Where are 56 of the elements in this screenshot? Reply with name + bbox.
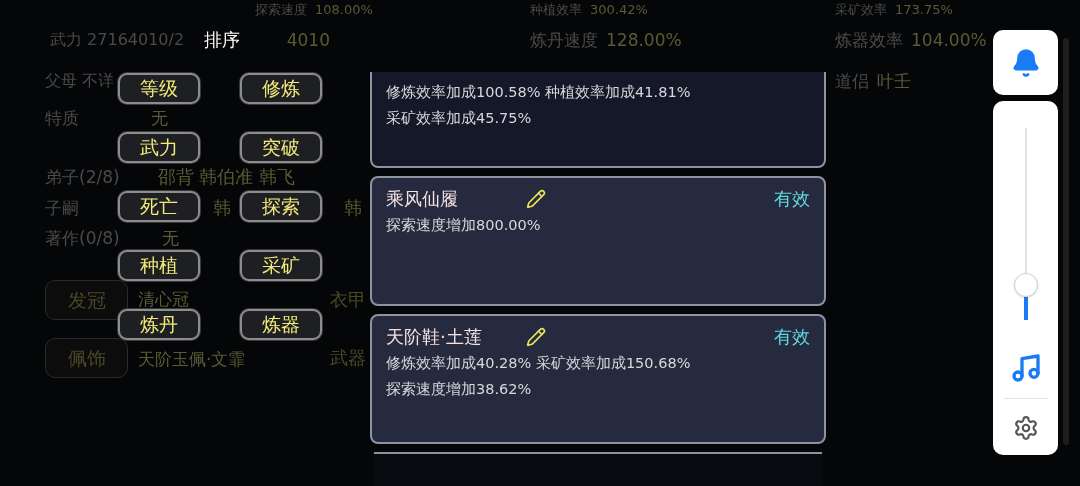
sort-option-button[interactable]: 武力 <box>118 132 200 163</box>
stat-value: 300.42% <box>590 1 648 19</box>
notification-button[interactable] <box>993 30 1058 95</box>
pencil-icon[interactable] <box>526 327 546 347</box>
stat-value: 128.00% <box>606 30 682 50</box>
sort-option-button[interactable]: 炼丹 <box>118 309 200 340</box>
sort-option-button[interactable]: 死亡 <box>118 191 200 222</box>
row-value: 邵背 韩伯准 韩飞 <box>157 167 296 187</box>
row-value: 韩 <box>213 198 231 218</box>
row-label: 子嗣 <box>45 198 79 218</box>
sort-option-button[interactable]: 突破 <box>240 132 322 163</box>
effect-text: 探索速度增加800.00% <box>386 216 542 235</box>
card-title: 乘风仙履 <box>386 188 459 210</box>
stat-value: 104.00% <box>911 30 987 50</box>
stat-label: 炼丹速度 <box>530 30 598 50</box>
stat-label: 炼器效率 <box>835 30 903 50</box>
effect-text: 探索速度增加38.62% <box>386 380 533 399</box>
stat-value: 叶壬 <box>877 71 911 91</box>
stat-label: 采矿效率 <box>835 1 887 19</box>
row-value: 无 <box>151 108 168 128</box>
row-label: 弟子(2/8) <box>45 167 120 187</box>
pencil-icon[interactable] <box>526 189 546 209</box>
row-value: 无 <box>161 228 179 248</box>
row-value: 韩 <box>344 198 362 218</box>
sort-option-button[interactable]: 修炼 <box>240 73 322 104</box>
scrollbar[interactable] <box>1063 38 1069 445</box>
row-label: 特质 <box>45 108 79 128</box>
stat-value: 173.75% <box>895 1 953 19</box>
parents-text: 父母 不详 <box>45 71 115 91</box>
slot-label: 武器 <box>330 349 366 367</box>
sort-option-button[interactable]: 采矿 <box>240 250 322 281</box>
settings-icon[interactable] <box>1012 415 1039 441</box>
slot-label: 衣甲 <box>330 291 366 309</box>
sort-option-button[interactable]: 炼器 <box>240 309 322 340</box>
effect-text: 修炼效率加成100.58% 种植效率加成41.81% <box>386 83 692 102</box>
slider-thumb[interactable] <box>1013 272 1038 297</box>
status-text: 有效 <box>774 326 810 348</box>
sort-option-button[interactable]: 探索 <box>240 191 322 222</box>
sort-option-button[interactable]: 等级 <box>118 73 200 104</box>
row-label: 著作(0/8) <box>45 228 120 248</box>
dialog-title: 排序 <box>204 29 240 51</box>
effect-text: 采矿效率加成45.75% <box>386 109 533 128</box>
equipment-name: 清心冠 <box>138 289 189 309</box>
card-title: 天阶鞋·土莲 <box>386 326 483 348</box>
equipment-name: 天阶玉佩·文霏 <box>138 349 246 369</box>
sort-option-button[interactable]: 种植 <box>118 250 200 281</box>
stat-label: 探索速度 <box>255 1 307 19</box>
effect-text: 修炼效率加成40.28% 采矿效率加成150.68% <box>386 354 692 373</box>
stat-label: 道侣 <box>835 71 869 91</box>
stat-value: 108.00% <box>315 1 373 19</box>
power-text: 武力 27164010/2 <box>49 30 185 50</box>
power-text: 4010 <box>286 30 330 50</box>
volume-slider[interactable] <box>1012 128 1039 320</box>
stat-label: 种植效率 <box>530 1 582 19</box>
status-text: 有效 <box>774 188 810 210</box>
music-icon[interactable] <box>1009 352 1042 384</box>
